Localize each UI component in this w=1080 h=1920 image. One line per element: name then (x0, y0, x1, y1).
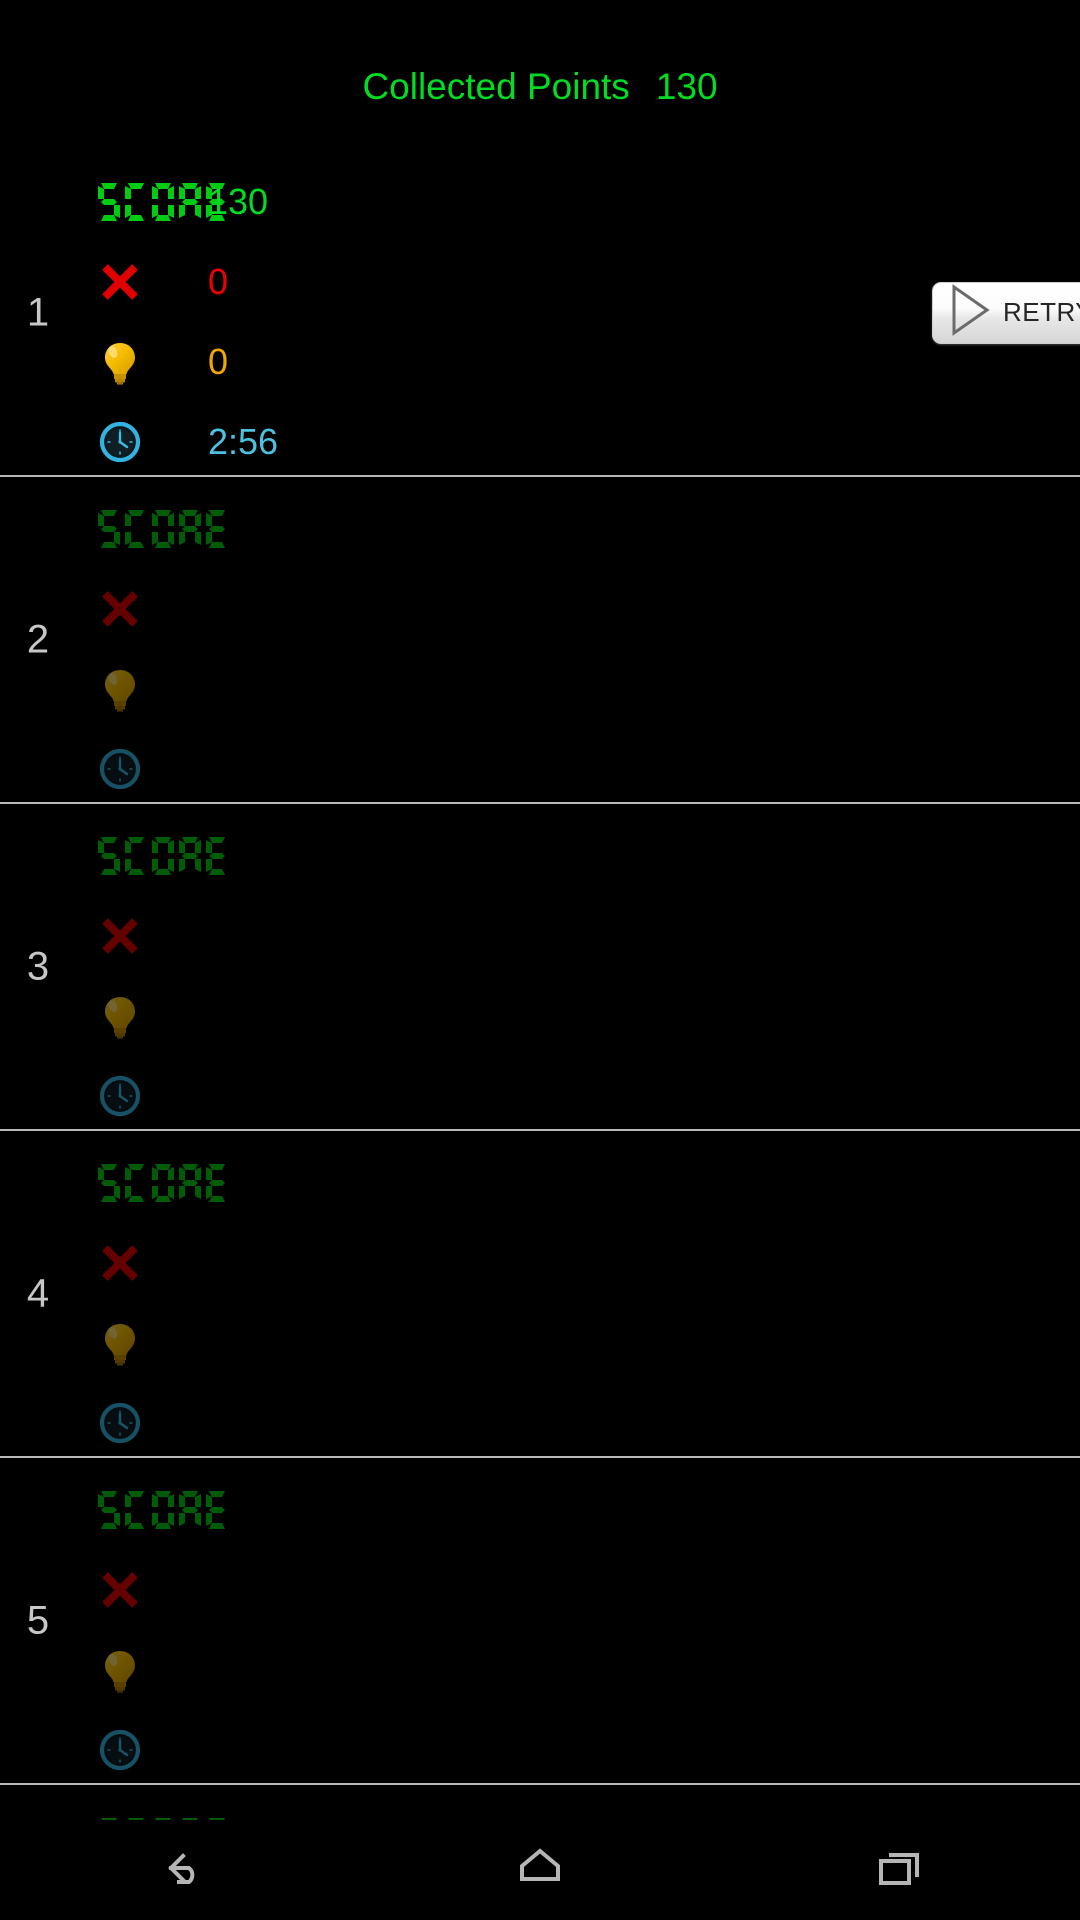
level-stats (96, 489, 656, 809)
time-stat-icon-slot (96, 420, 208, 464)
time-stat-icon-slot (96, 1728, 208, 1772)
hints-stat: 0 (96, 322, 656, 402)
hints-stat-icon-slot (96, 1320, 208, 1366)
level-row[interactable]: 4 (0, 1131, 1080, 1458)
red-x-icon (98, 260, 142, 304)
misses-stat-icon-slot (96, 587, 208, 631)
collected-points-value: 130 (655, 66, 718, 107)
nav-recents-button[interactable] (820, 1820, 980, 1920)
score-stat-value: 130 (208, 181, 269, 222)
clock-icon (98, 1728, 142, 1772)
time-stat-icon-slot (96, 747, 208, 791)
time-stat (96, 729, 656, 809)
level-index: 3 (26, 944, 50, 988)
score-stat-icon-slot (96, 183, 225, 221)
misses-stat-icon-slot (96, 914, 208, 958)
lightbulb-icon (98, 1320, 142, 1366)
level-row[interactable]: 5 (0, 1458, 1080, 1785)
misses-stat-icon-slot (96, 1568, 208, 1612)
nav-back-button[interactable] (100, 1820, 260, 1920)
level-stats (96, 816, 656, 1136)
level-index: 5 (26, 1598, 50, 1642)
red-x-icon (98, 1568, 142, 1612)
hints-stat (96, 976, 656, 1056)
misses-stat (96, 1223, 656, 1303)
hints-stat-icon-slot (96, 993, 208, 1039)
recents-icon (869, 1837, 931, 1904)
home-icon (509, 1837, 571, 1904)
score-stat: 130 (96, 162, 656, 242)
score-stat (96, 489, 656, 569)
app-screen: Collected Points 130 1 130 0 0 2:56 RETRY 2 3 4 5 (0, 0, 1080, 1920)
time-stat (96, 1710, 656, 1790)
hints-stat (96, 1630, 656, 1710)
time-stat-value: 2:56 (208, 421, 279, 462)
hints-stat (96, 649, 656, 729)
clock-icon (98, 1401, 142, 1445)
level-index: 1 (26, 290, 50, 334)
score-stat (96, 1143, 656, 1223)
time-stat-icon-slot (96, 1401, 208, 1445)
level-row[interactable]: 2 (0, 477, 1080, 804)
level-stats (96, 1470, 656, 1790)
time-stat: 2:56 (96, 402, 656, 482)
level-stats: 130 0 0 2:56 (96, 162, 656, 482)
lightbulb-icon (98, 1647, 142, 1693)
clock-icon (98, 747, 142, 791)
score-lcd-label (98, 837, 228, 875)
score-stat-icon-slot (96, 1491, 225, 1529)
hints-stat-icon-slot (96, 666, 208, 712)
collected-points-header: Collected Points 130 (362, 66, 717, 108)
red-x-icon (98, 1241, 142, 1285)
level-stats (96, 1797, 656, 1820)
score-stat (96, 816, 656, 896)
score-stat-icon-slot (96, 510, 225, 548)
play-triangle-icon (945, 282, 993, 343)
misses-stat-value: 0 (208, 261, 229, 302)
clock-icon (98, 1074, 142, 1118)
hints-stat-icon-slot (96, 339, 208, 385)
misses-stat-icon-slot (96, 1241, 208, 1285)
lightbulb-icon (98, 666, 142, 712)
retry-button[interactable]: RETRY (932, 281, 1080, 344)
lightbulb-icon (98, 993, 142, 1039)
misses-stat: 0 (96, 242, 656, 322)
level-list[interactable]: 1 130 0 0 2:56 RETRY 2 3 4 5 (0, 150, 1080, 1820)
level-row[interactable] (0, 1785, 1080, 1820)
score-stat (96, 1797, 656, 1820)
time-stat (96, 1056, 656, 1136)
score-lcd-label (98, 1491, 228, 1529)
misses-stat-icon-slot (96, 260, 208, 304)
level-stats (96, 1143, 656, 1463)
back-icon (149, 1837, 211, 1904)
time-stat (96, 1383, 656, 1463)
misses-stat (96, 569, 656, 649)
hints-stat (96, 1303, 656, 1383)
red-x-icon (98, 587, 142, 631)
hints-stat-value: 0 (208, 341, 229, 382)
android-navigation-bar (0, 1820, 1080, 1920)
retry-button-label: RETRY (1003, 297, 1080, 327)
score-lcd-label (98, 510, 228, 548)
header-bar: Collected Points 130 (0, 0, 1080, 150)
level-index: 4 (26, 1271, 50, 1315)
level-row[interactable]: 3 (0, 804, 1080, 1131)
score-lcd-label (98, 1164, 228, 1202)
level-row[interactable]: 1 130 0 0 2:56 RETRY (0, 150, 1080, 477)
clock-icon (98, 420, 142, 464)
time-stat-icon-slot (96, 1074, 208, 1118)
score-stat-icon-slot (96, 1164, 225, 1202)
hints-stat-icon-slot (96, 1647, 208, 1693)
score-stat (96, 1470, 656, 1550)
red-x-icon (98, 914, 142, 958)
level-index: 2 (26, 617, 50, 661)
misses-stat (96, 1550, 656, 1630)
nav-home-button[interactable] (460, 1820, 620, 1920)
misses-stat (96, 896, 656, 976)
collected-points-label: Collected Points (362, 66, 630, 107)
score-stat-icon-slot (96, 837, 225, 875)
lightbulb-icon (98, 339, 142, 385)
